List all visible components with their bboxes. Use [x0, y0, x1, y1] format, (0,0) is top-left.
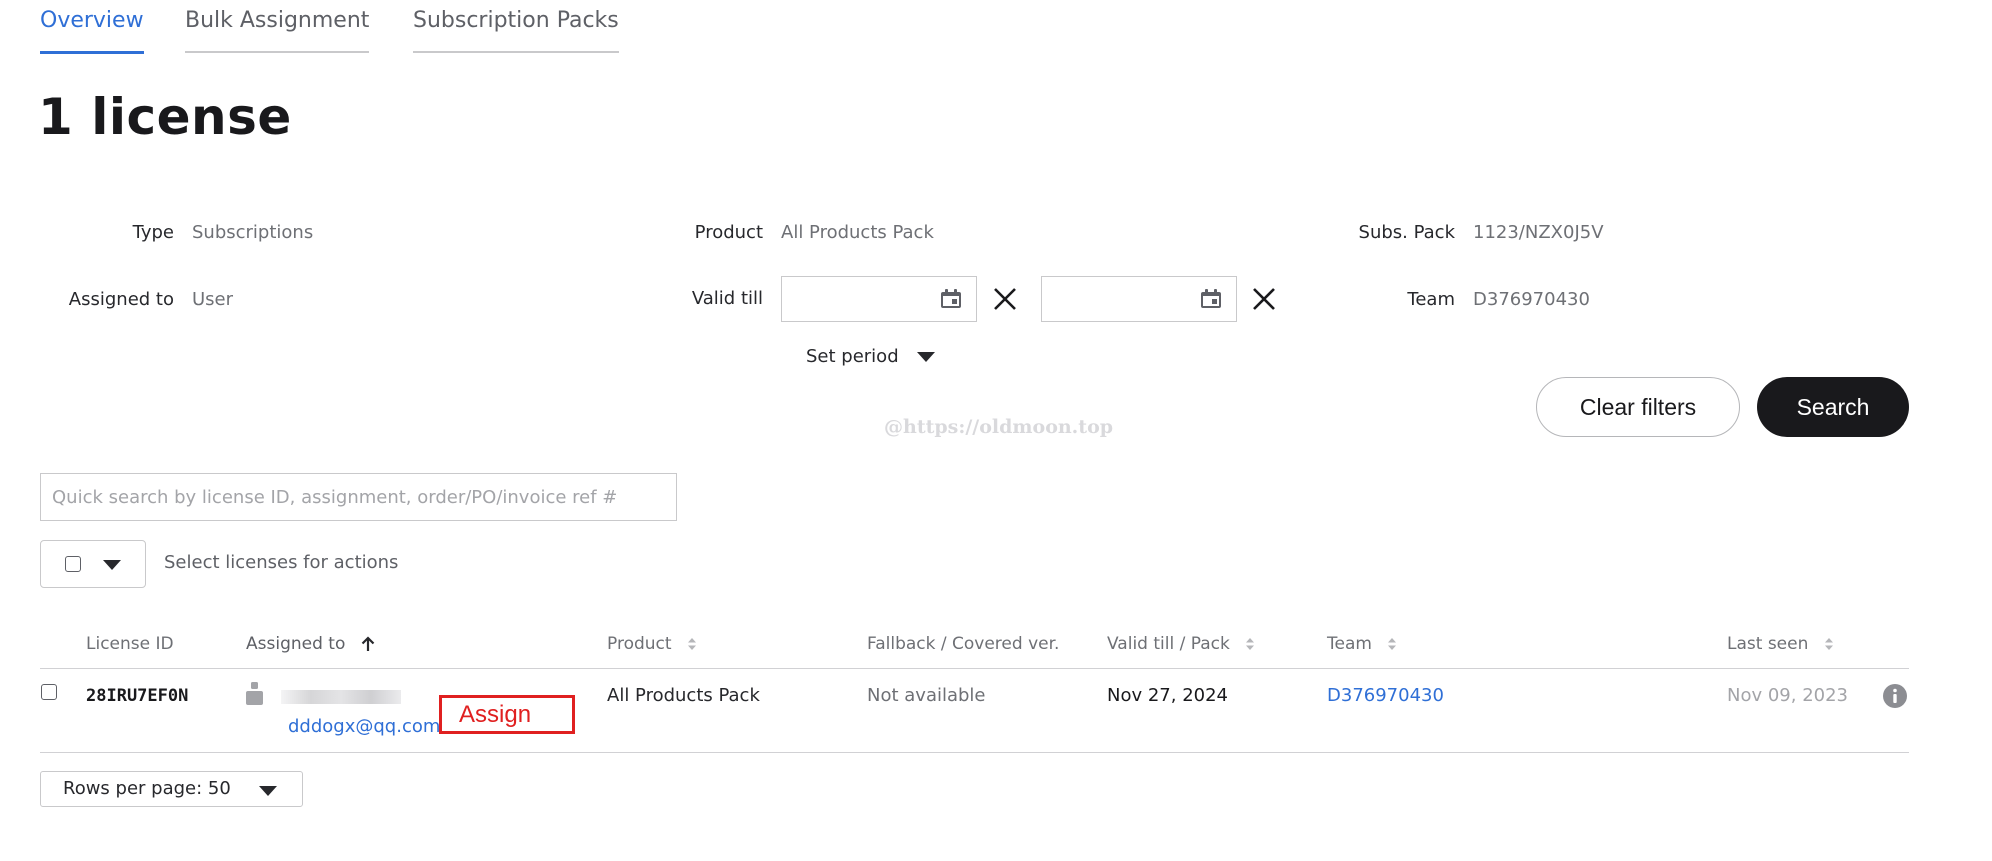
fallback-cell: Not available — [867, 685, 986, 706]
last-seen-cell: Nov 09, 2023 — [1727, 685, 1849, 706]
column-header-valid-till[interactable]: Valid till / Pack — [1107, 634, 1255, 654]
assigned-user-name-redacted — [281, 690, 401, 704]
filter-type-label: Type — [132, 222, 174, 243]
bulk-select-dropdown[interactable] — [40, 540, 146, 588]
calendar-icon[interactable] — [940, 289, 962, 309]
search-button[interactable]: Search — [1757, 377, 1909, 437]
sort-icon[interactable] — [1824, 637, 1834, 651]
tab-subscription-packs[interactable]: Subscription Packs — [413, 8, 619, 53]
user-icon — [246, 682, 263, 705]
tab-underline — [413, 51, 619, 53]
tab-subscription-packs-label: Subscription Packs — [413, 8, 619, 33]
filter-valid-till-label: Valid till — [691, 288, 763, 309]
select-all-checkbox[interactable] — [65, 556, 81, 572]
valid-till-from-date-input[interactable] — [781, 276, 977, 322]
valid-till-to-date-input[interactable] — [1041, 276, 1237, 322]
tab-overview[interactable]: Overview — [40, 8, 144, 54]
column-header-last-seen[interactable]: Last seen — [1727, 634, 1834, 654]
rows-per-page-dropdown[interactable]: Rows per page: 50 — [40, 771, 303, 807]
team-link[interactable]: D376970430 — [1327, 685, 1444, 706]
rows-per-page-label: Rows per page: 50 — [63, 778, 231, 799]
tab-underline — [185, 51, 370, 53]
column-header-valid-till-label: Valid till / Pack — [1107, 634, 1230, 654]
page-title: 1 license — [38, 88, 292, 146]
table-row-divider — [40, 752, 1909, 753]
calendar-icon[interactable] — [1200, 289, 1222, 309]
sort-icon[interactable] — [1245, 637, 1255, 651]
set-period-label: Set period — [806, 346, 899, 367]
row-checkbox[interactable] — [41, 684, 57, 700]
tab-bulk-assignment-label: Bulk Assignment — [185, 8, 370, 33]
column-header-assigned-to-label: Assigned to — [246, 634, 346, 654]
clear-to-date-icon[interactable] — [1251, 286, 1277, 312]
filter-subs-pack-value[interactable]: 1123/NZX0J5V — [1473, 222, 1604, 243]
table-header-divider — [40, 668, 1909, 669]
column-header-assigned-to[interactable]: Assigned to — [246, 634, 375, 654]
column-header-team[interactable]: Team — [1327, 634, 1397, 654]
chevron-down-icon — [916, 352, 935, 362]
sort-icon[interactable] — [1387, 637, 1397, 651]
tab-bulk-assignment[interactable]: Bulk Assignment — [185, 8, 370, 53]
filter-assigned-to-label: Assigned to — [68, 289, 174, 310]
filter-team-value[interactable]: D376970430 — [1473, 289, 1590, 310]
column-header-product[interactable]: Product — [607, 634, 697, 654]
column-header-team-label: Team — [1327, 634, 1372, 654]
quick-search-input[interactable] — [40, 473, 677, 521]
product-cell: All Products Pack — [607, 685, 760, 706]
sort-icon[interactable] — [687, 637, 697, 651]
filter-type-value[interactable]: Subscriptions — [192, 222, 313, 243]
filter-subs-pack-label: Subs. Pack — [1358, 222, 1455, 243]
tab-overview-label: Overview — [40, 8, 144, 33]
info-icon[interactable] — [1883, 684, 1907, 708]
filter-team-label: Team — [1407, 289, 1455, 310]
bulk-actions-label: Select licenses for actions — [164, 552, 399, 573]
chevron-down-icon — [259, 786, 277, 796]
filter-product-value[interactable]: All Products Pack — [781, 222, 934, 243]
assign-button[interactable]: Assign — [439, 695, 575, 734]
watermark: @https://oldmoon.top — [884, 416, 1114, 438]
sort-ascending-arrow-icon[interactable] — [361, 636, 375, 652]
valid-till-cell: Nov 27, 2024 — [1107, 685, 1229, 706]
assigned-user-email-link[interactable]: dddogx@qq.com — [288, 716, 440, 737]
column-header-product-label: Product — [607, 634, 672, 654]
filter-assigned-to-value[interactable]: User — [192, 289, 233, 310]
tab-active-underline — [40, 51, 144, 54]
column-header-last-seen-label: Last seen — [1727, 634, 1809, 654]
license-id-cell[interactable]: 28IRU7EF0N — [86, 686, 188, 706]
column-header-fallback[interactable]: Fallback / Covered ver. — [867, 634, 1059, 654]
set-period-dropdown[interactable]: Set period — [806, 346, 935, 367]
clear-filters-button[interactable]: Clear filters — [1536, 377, 1740, 437]
filter-product-label: Product — [694, 222, 763, 243]
chevron-down-icon — [103, 560, 121, 570]
clear-from-date-icon[interactable] — [992, 286, 1018, 312]
column-header-license-id[interactable]: License ID — [86, 634, 174, 654]
